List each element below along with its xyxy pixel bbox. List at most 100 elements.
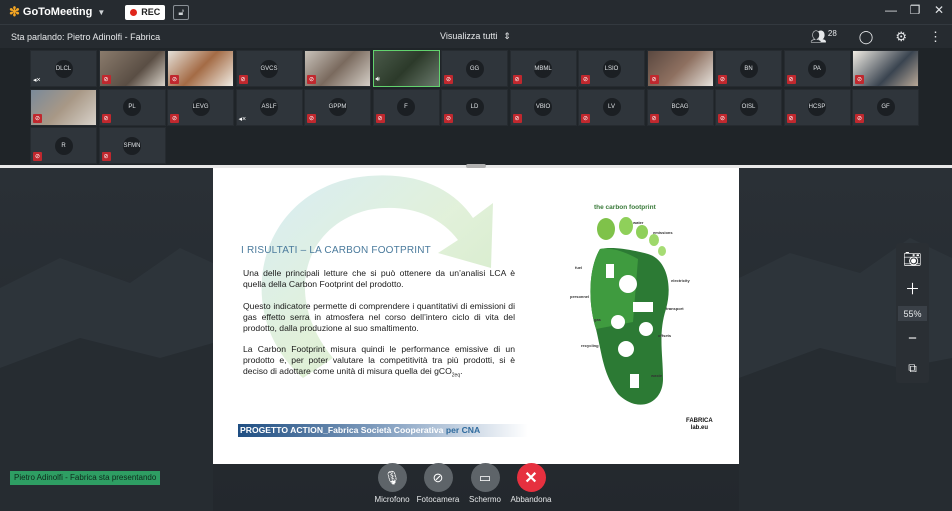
participant-tile[interactable]: LEVG ⊘	[167, 88, 234, 126]
mic-muted-icon: ⊘	[786, 75, 796, 84]
participant-avatar: HCSP	[808, 98, 826, 116]
gear-icon: ⚙	[895, 29, 907, 44]
meeting-info-bar: Sta parlando: Pietro Adinolfi - Fabrica …	[0, 24, 952, 48]
audio-off-icon: ◂×	[238, 115, 247, 123]
participant-tile[interactable]: ⊘	[646, 50, 714, 87]
snapshot-button[interactable]: 📷︎	[900, 246, 925, 271]
participant-avatar: MBML	[534, 59, 552, 78]
participant-tile[interactable]: ⊘	[30, 88, 97, 126]
participant-tile[interactable]: PA ⊘	[783, 50, 851, 87]
zoom-out-button[interactable]: −	[900, 326, 925, 351]
mic-muted-icon: ⊘	[33, 152, 42, 161]
slide-footer-bar: PROGETTO ACTION_Fabrica Società Cooperat…	[238, 424, 528, 437]
participant-tile[interactable]: PL ⊘	[98, 88, 166, 126]
mic-muted-icon: ⊘	[101, 152, 111, 161]
mic-muted-icon: ⊘	[170, 113, 179, 123]
camera-off-icon[interactable]: ⊘	[423, 463, 453, 492]
minimize-button[interactable]: —	[884, 3, 898, 17]
mic-muted-icon: ⊘	[512, 113, 522, 123]
participant-avatar: BCAG	[671, 98, 689, 116]
presenter-label: Pietro Adinolfi - Fabrica sta presentand…	[10, 471, 161, 485]
gotomeeting-logo-icon: ✻	[9, 4, 20, 19]
participant-tile[interactable]: BN ⊘	[715, 50, 782, 87]
cf-label-personnel: personnel	[570, 294, 590, 299]
participant-tile[interactable]: ⊘	[852, 50, 919, 87]
participant-avatar: LV	[602, 98, 621, 116]
leave-control[interactable]: ✕ Abbandona	[501, 463, 561, 504]
people-icon: 👥︎	[810, 29, 827, 44]
participant-tile[interactable]: LSIO ⊘	[578, 50, 645, 87]
more-vertical-icon: ⋮	[929, 29, 942, 44]
participant-avatar: SFMN	[123, 136, 141, 155]
zoom-panel: 📷︎ ＋ 55% − ⧉	[896, 243, 929, 383]
participant-tile[interactable]: DLCL ◂×	[30, 50, 97, 87]
zoom-in-button[interactable]: ＋	[900, 276, 925, 301]
leave-x-icon[interactable]: ✕	[516, 463, 546, 492]
mic-muted-icon: ⊘	[718, 75, 727, 84]
mic-muted-icon: ⊘	[101, 113, 111, 123]
app-menu[interactable]: ✻ GoToMeeting ▼	[9, 4, 105, 20]
slide-title: I RISULTATI – LA CARBON FOOTPRINT	[241, 245, 431, 256]
chevron-down-icon: ▼	[97, 7, 106, 17]
mic-muted-icon: ⊘	[855, 75, 864, 84]
participant-tile[interactable]: R ⊘	[30, 127, 97, 164]
participant-tile[interactable]: LV ⊘	[578, 88, 645, 126]
cf-label-fuel: fuel	[575, 265, 583, 270]
mic-muted-icon: ⊘	[444, 113, 453, 123]
mic-muted-icon: ⊘	[649, 113, 659, 123]
participant-tile[interactable]: GPPM ⊘	[304, 88, 371, 126]
participant-tile[interactable]: SFMN ⊘	[98, 127, 166, 164]
participant-tile[interactable]: VBIO ⊘	[509, 88, 577, 126]
participant-tile[interactable]: MBML ⊘	[509, 50, 577, 87]
attendees-button[interactable]: 👥︎28	[810, 29, 836, 45]
mic-muted-icon: ⊘	[512, 75, 522, 84]
camera-label: Fotocamera	[416, 495, 460, 504]
mic-muted-icon: ⊘	[33, 113, 42, 123]
microphone-muted-icon[interactable]: 🎙︎	[377, 463, 407, 492]
camera-icon: 📷︎	[902, 250, 923, 268]
mic-muted-icon: ⊘	[170, 75, 179, 84]
participant-tile[interactable]: BCAG ⊘	[646, 88, 714, 126]
participant-avatar: PL	[123, 98, 141, 116]
participant-tile[interactable]: ⊘	[304, 50, 371, 87]
participant-tile[interactable]: 🔊︎	[372, 50, 440, 87]
participant-tile[interactable]: ASLF ◂×	[235, 88, 303, 126]
cf-label-emissions: emissions	[653, 230, 673, 235]
mic-muted-icon: ⊘	[375, 113, 385, 123]
participant-tile[interactable]: GF ⊘	[852, 88, 919, 126]
participant-avatar: GG	[465, 59, 484, 78]
more-options-button[interactable]: ⋮	[929, 29, 942, 45]
lock-icon: 🔓︎	[178, 6, 185, 17]
restore-button[interactable]: ❐	[908, 3, 922, 17]
participant-tile[interactable]: F ⊘	[372, 88, 440, 126]
chat-button[interactable]: ◯	[859, 29, 874, 45]
mic-muted-icon: ⊘	[307, 75, 316, 84]
participant-tile[interactable]: GG ⊘	[441, 50, 508, 87]
popout-button[interactable]: ⧉	[900, 356, 925, 381]
screen-share-icon[interactable]: ▭	[470, 463, 500, 492]
mic-muted-icon: ⊘	[786, 113, 796, 123]
cf-label-electricity: electricity	[671, 278, 690, 283]
participant-tile[interactable]: OISL ⊘	[715, 88, 782, 126]
chat-bubble-icon: ◯	[858, 29, 874, 44]
mic-muted-icon: ⊘	[238, 75, 248, 84]
speaker-volume-icon: 🔊︎	[375, 76, 380, 83]
recording-button[interactable]: REC	[125, 4, 166, 20]
participant-tile[interactable]: GVCS ⊘	[235, 50, 303, 87]
participant-avatar: VBIO	[534, 98, 552, 116]
close-window-button[interactable]: ✕	[932, 3, 946, 17]
mic-muted-icon: ⊘	[649, 75, 659, 84]
participant-tile[interactable]: ⊘	[98, 50, 166, 87]
window-controls: — ❐ ✕	[884, 3, 946, 17]
cf-label-waste: waste	[651, 373, 663, 378]
cf-label-offsets: offsets	[658, 333, 672, 338]
view-all-toggle[interactable]: Visualizza tutti ⇕	[440, 31, 511, 42]
participant-tile[interactable]: HCSP ⊘	[783, 88, 851, 126]
cf-label-recycling: recycling	[581, 343, 599, 348]
popout-icon: ⧉	[908, 361, 917, 375]
settings-button[interactable]: ⚙	[895, 29, 907, 45]
mic-muted-icon: ⊘	[855, 113, 864, 123]
lock-meeting-button[interactable]: 🔓︎	[173, 4, 190, 20]
participant-tile[interactable]: ⊘	[167, 50, 234, 87]
participant-tile[interactable]: LD ⊘	[441, 88, 508, 126]
